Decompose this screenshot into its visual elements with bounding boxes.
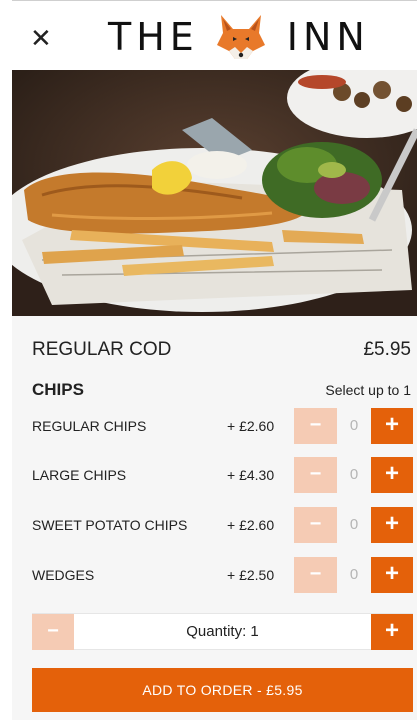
section-title: CHIPS bbox=[32, 380, 84, 399]
option-label: WEDGES bbox=[32, 567, 95, 583]
item-name: REGULAR COD bbox=[32, 339, 172, 360]
option-count: 0 bbox=[349, 516, 359, 533]
quantity-increment-button[interactable]: + bbox=[371, 614, 413, 650]
option-price: + £2.60 bbox=[227, 517, 275, 533]
quantity-value: Quantity: 1 bbox=[186, 623, 259, 640]
close-button[interactable]: ✕ bbox=[30, 23, 54, 53]
increment-button[interactable]: + bbox=[371, 557, 413, 593]
item-price: £5.95 bbox=[363, 339, 411, 360]
option-count: 0 bbox=[349, 466, 359, 483]
close-icon: ✕ bbox=[30, 23, 52, 53]
decrement-button[interactable]: − bbox=[294, 457, 337, 493]
option-price: + £2.60 bbox=[227, 418, 275, 434]
increment-button[interactable]: + bbox=[371, 507, 413, 543]
option-price: + £4.30 bbox=[227, 467, 275, 483]
item-summary: REGULAR COD £5.95 bbox=[32, 338, 411, 362]
increment-button[interactable]: + bbox=[371, 457, 413, 493]
decrement-button[interactable]: − bbox=[294, 557, 337, 593]
option-wedges: WEDGES + £2.50 − 0 + bbox=[32, 557, 413, 593]
add-to-order-button[interactable]: ADD TO ORDER - £5.95 bbox=[32, 668, 413, 712]
selection-hint: Select up to 1 bbox=[325, 382, 411, 398]
fox-logo-icon bbox=[216, 15, 265, 59]
option-sweet-potato-chips: SWEET POTATO CHIPS + £2.60 − 0 + bbox=[32, 507, 413, 543]
quantity-stepper: − Quantity: 1 + bbox=[32, 613, 413, 650]
brand-word-the: THE bbox=[108, 15, 199, 59]
option-price: + £2.50 bbox=[227, 567, 275, 583]
brand-logo: THE INN bbox=[108, 11, 370, 63]
option-label: REGULAR CHIPS bbox=[32, 418, 147, 434]
chips-section-header: CHIPS Select up to 1 bbox=[32, 380, 411, 400]
item-options-panel: REGULAR COD £5.95 CHIPS Select up to 1 R… bbox=[12, 316, 417, 720]
option-large-chips: LARGE CHIPS + £4.30 − 0 + bbox=[32, 457, 413, 493]
increment-button[interactable]: + bbox=[371, 408, 413, 444]
food-photo bbox=[12, 70, 417, 316]
option-regular-chips: REGULAR CHIPS + £2.60 − 0 + bbox=[32, 408, 413, 444]
option-label: SWEET POTATO CHIPS bbox=[32, 517, 188, 533]
app-header: ✕ THE INN bbox=[12, 0, 417, 70]
option-label: LARGE CHIPS bbox=[32, 467, 127, 483]
quantity-decrement-button[interactable]: − bbox=[32, 614, 74, 650]
option-count: 0 bbox=[349, 417, 359, 434]
brand-word-inn: INN bbox=[286, 15, 370, 59]
decrement-button[interactable]: − bbox=[294, 507, 337, 543]
decrement-button[interactable]: − bbox=[294, 408, 337, 444]
option-count: 0 bbox=[349, 566, 359, 583]
